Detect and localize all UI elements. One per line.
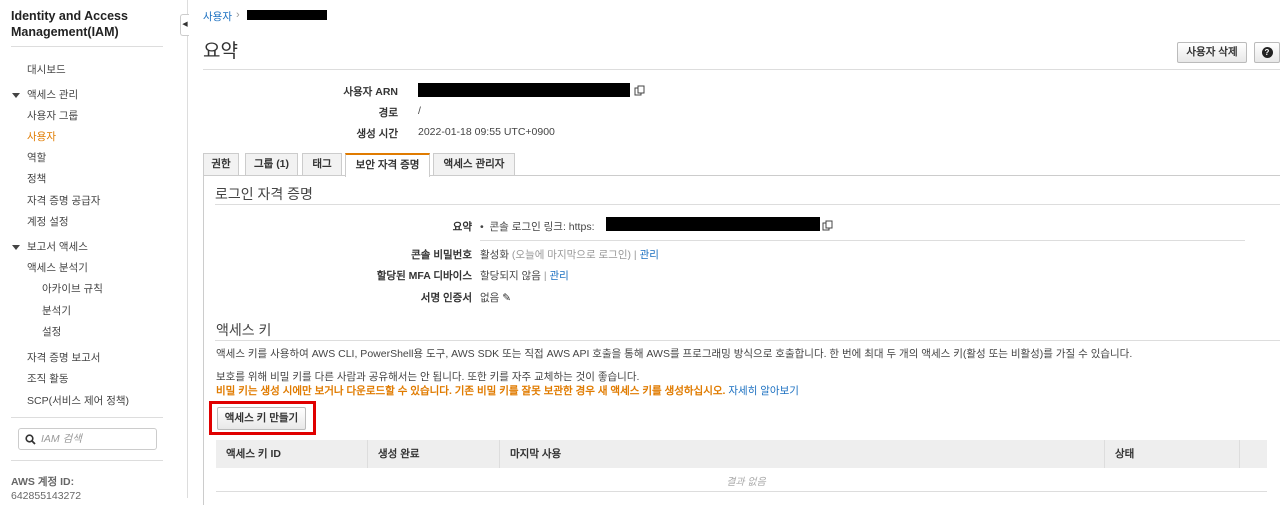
mfa-value: 할당되지 않음 | 관리	[480, 270, 569, 282]
divider	[480, 240, 1245, 241]
redacted-username	[247, 10, 327, 20]
sidebar-item-scp[interactable]: SCP(서비스 제어 정책)	[27, 393, 129, 408]
tab-groups[interactable]: 그룹 (1)	[245, 153, 298, 176]
console-link: • 콘솔 로그인 링크: https:	[480, 219, 595, 234]
sidebar-item-users[interactable]: 사용자	[27, 129, 56, 144]
signing-cert-label: 서명 인증서	[420, 292, 472, 304]
redacted-arn	[418, 83, 630, 97]
divider	[215, 204, 1280, 205]
cert-status: 없음	[480, 292, 500, 304]
access-keys-warning: 비밀 키는 생성 시에만 보거나 다운로드할 수 있습니다. 기존 비밀 키를 …	[216, 383, 799, 398]
breadcrumb-separator: ›	[236, 9, 240, 21]
mfa-label: 할당된 MFA 디바이스	[376, 270, 472, 282]
section-label: 액세스 관리	[27, 89, 79, 101]
sidebar-item-analyzers[interactable]: 분석기	[42, 303, 71, 318]
sidebar-item-user-groups[interactable]: 사용자 그룹	[27, 108, 78, 123]
help-button[interactable]: ?	[1254, 42, 1280, 63]
divider	[215, 340, 1280, 341]
column-header-access-key-id[interactable]: 액세스 키 ID	[216, 440, 368, 468]
tab-access-advisor[interactable]: 액세스 관리자	[433, 153, 515, 176]
copy-icon[interactable]	[634, 85, 646, 97]
console-link-label: 콘솔 로그인 링크: https:	[489, 221, 595, 233]
console-password-label: 콘솔 비밀번호	[411, 249, 472, 261]
sidebar-item-credential-report[interactable]: 자격 증명 보고서	[27, 350, 100, 365]
delete-user-button[interactable]: 사용자 삭제	[1177, 42, 1247, 63]
divider	[11, 46, 163, 47]
column-header-last-used[interactable]: 마지막 사용	[500, 440, 1105, 468]
sidebar-item-account-settings[interactable]: 계정 설정	[27, 214, 69, 229]
collapse-sidebar-button[interactable]: ◀	[180, 14, 189, 36]
sidebar-item-policies[interactable]: 정책	[27, 171, 46, 186]
sidebar-section-reports[interactable]: 보고서 액세스	[12, 239, 88, 254]
sidebar-item-access-analyzer[interactable]: 액세스 분석기	[27, 260, 88, 275]
created-label: 생성 시간	[356, 128, 398, 140]
divider	[216, 491, 1267, 492]
summary-label: 요약	[452, 221, 472, 233]
account-id-value: 642855143272	[11, 490, 82, 502]
signing-cert-value: 없음 ✎	[480, 290, 511, 305]
caret-down-icon	[12, 92, 20, 98]
divider	[11, 460, 163, 461]
redacted-console-url	[606, 217, 820, 231]
column-header-created[interactable]: 생성 완료	[368, 440, 500, 468]
create-access-key-button[interactable]: 액세스 키 만들기	[217, 407, 306, 430]
help-icon: ?	[1261, 46, 1273, 58]
login-credentials-heading: 로그인 자격 증명	[215, 186, 313, 202]
column-header-actions	[1240, 440, 1267, 468]
learn-more-link[interactable]: 자세히 알아보기	[728, 385, 799, 397]
search-icon	[25, 434, 36, 445]
access-keys-note: 보호를 위해 비밀 키를 다른 사람과 공유해서는 안 됩니다. 또한 키를 자…	[216, 371, 640, 383]
iam-search-input[interactable]: IAM 검색	[18, 428, 157, 450]
empty-results: 결과 없음	[726, 477, 766, 488]
path-label: 경로	[378, 107, 398, 119]
access-keys-heading: 액세스 키	[216, 322, 272, 338]
search-placeholder: IAM 검색	[41, 433, 82, 445]
manage-mfa-link[interactable]: 관리	[549, 270, 568, 282]
breadcrumb-users[interactable]: 사용자	[203, 9, 232, 24]
sidebar: Identity and Access Management(IAM) 대시보드…	[0, 0, 188, 502]
sidebar-item-identity-providers[interactable]: 자격 증명 공급자	[27, 193, 100, 208]
warning-text: 비밀 키는 생성 시에만 보거나 다운로드할 수 있습니다. 기존 비밀 키를 …	[216, 385, 726, 397]
tab-tags[interactable]: 태그	[302, 153, 342, 176]
divider	[203, 69, 1280, 70]
manage-password-link[interactable]: 관리	[640, 249, 659, 261]
pencil-icon[interactable]: ✎	[502, 292, 511, 304]
bullet: •	[480, 221, 490, 233]
created-value: 2022-01-18 09:55 UTC+0900	[418, 126, 555, 138]
console-password-value: 활성화 (오늘에 마지막으로 로그인) | 관리	[480, 249, 659, 261]
mfa-status: 할당되지 않음	[480, 270, 541, 282]
divider	[11, 417, 163, 418]
sidebar-item-settings[interactable]: 설정	[42, 324, 61, 339]
path-value: /	[418, 105, 421, 117]
sidebar-item-roles[interactable]: 역할	[27, 150, 46, 165]
sidebar-item-archive-rules[interactable]: 아카이브 규칙	[42, 281, 103, 296]
sidebar-item-organization-activity[interactable]: 조직 활동	[27, 371, 69, 386]
access-keys-description: 액세스 키를 사용하여 AWS CLI, PowerShell용 도구, AWS…	[216, 348, 1133, 360]
page-title: 요약	[203, 41, 238, 62]
tab-permissions[interactable]: 권한	[203, 153, 239, 176]
password-note: (오늘에 마지막으로 로그인)	[511, 249, 631, 261]
tab-security-credentials[interactable]: 보안 자격 증명	[345, 153, 430, 177]
arn-label: 사용자 ARN	[343, 86, 398, 98]
password-status: 활성화	[480, 249, 509, 261]
caret-down-icon	[12, 244, 20, 250]
account-id-label: AWS 계정 ID:	[11, 476, 75, 488]
sidebar-item-dashboard[interactable]: 대시보드	[27, 62, 66, 77]
section-label: 보고서 액세스	[27, 241, 88, 253]
sidebar-section-access-management[interactable]: 액세스 관리	[12, 87, 78, 102]
copy-icon[interactable]	[822, 220, 834, 232]
column-header-status[interactable]: 상태	[1105, 440, 1240, 468]
service-title: Identity and Access Management(IAM)	[11, 9, 128, 39]
